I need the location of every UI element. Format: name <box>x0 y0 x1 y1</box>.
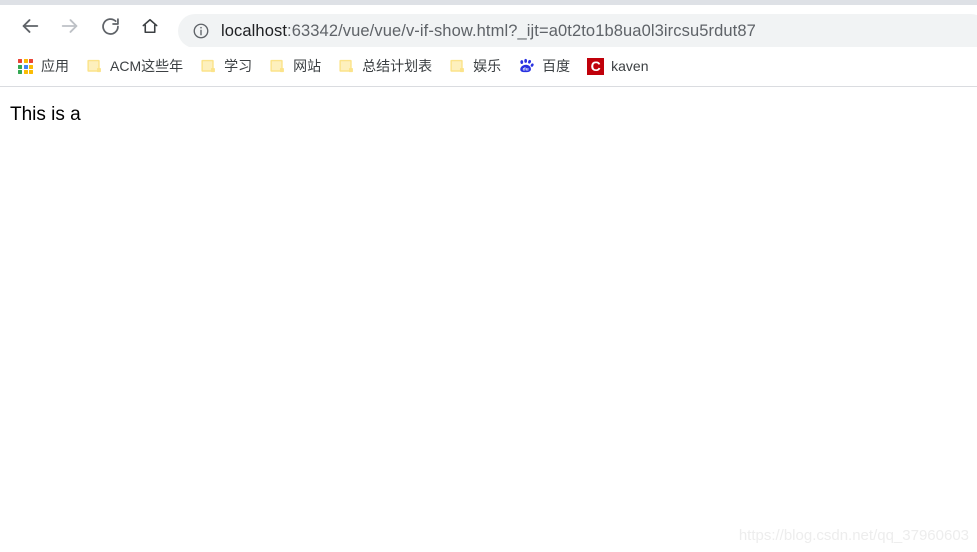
bookmark-label: 娱乐 <box>473 58 502 74</box>
bookmark-folder-study[interactable]: 学习 <box>193 54 259 80</box>
back-button[interactable] <box>12 8 48 44</box>
bookmark-folder-acm[interactable]: ACM这些年 <box>79 54 190 80</box>
csdn-watermark: https://blog.csdn.net/qq_37960603 <box>738 527 969 544</box>
bookmark-item-apps[interactable]: 应用 <box>10 54 76 80</box>
folder-icon <box>269 58 286 75</box>
bookmark-label: 网站 <box>293 58 322 74</box>
browser-toolbar: localhost:63342/vue/vue/v-if-show.html?_… <box>0 5 977 48</box>
bookmark-folder-summary-plans[interactable]: 总结计划表 <box>331 54 439 80</box>
bookmark-site-baidu[interactable]: du 百度 <box>511 54 577 80</box>
info-circle-icon[interactable] <box>192 22 210 40</box>
svg-text:du: du <box>523 66 529 72</box>
reload-button[interactable] <box>92 8 128 44</box>
page-body-text: This is a <box>10 104 81 125</box>
arrow-left-icon <box>19 15 41 37</box>
address-bar[interactable]: localhost:63342/vue/vue/v-if-show.html?_… <box>178 14 977 48</box>
bookmark-label: 总结计划表 <box>362 58 433 74</box>
forward-button[interactable] <box>52 8 88 44</box>
bookmark-label: 应用 <box>41 58 69 74</box>
page-viewport: This is a https://blog.csdn.net/qq_37960… <box>0 87 977 552</box>
bookmarks-bar: 应用 ACM这些年 学习 网站 总结计划表 娱乐 du 百度 C kaven <box>0 47 977 86</box>
folder-icon <box>86 58 103 75</box>
page-content: This is a <box>10 103 81 126</box>
bookmark-label: ACM这些年 <box>110 58 184 74</box>
bookmark-site-kaven[interactable]: C kaven <box>580 54 655 80</box>
bookmark-folder-entertainment[interactable]: 娱乐 <box>442 54 508 80</box>
bookmark-label: 学习 <box>224 58 253 74</box>
reload-icon <box>100 16 121 37</box>
arrow-right-icon <box>59 15 81 37</box>
bookmark-label: 百度 <box>542 58 571 74</box>
csdn-logo-icon: C <box>587 58 605 75</box>
home-button[interactable] <box>132 8 168 44</box>
url-path: :63342/vue/vue/v-if-show.html?_ijt=a0t2t… <box>287 22 756 40</box>
address-bar-url: localhost:63342/vue/vue/v-if-show.html?_… <box>221 14 756 48</box>
home-icon <box>140 16 160 36</box>
apps-grid-icon <box>17 58 34 75</box>
baidu-paw-icon: du <box>518 58 535 75</box>
bookmark-label: kaven <box>611 58 649 74</box>
url-host: localhost <box>221 22 288 40</box>
folder-icon <box>200 58 217 75</box>
browser-window: localhost:63342/vue/vue/v-if-show.html?_… <box>0 0 977 552</box>
folder-icon <box>449 58 466 75</box>
folder-icon <box>338 58 355 75</box>
bookmark-folder-websites[interactable]: 网站 <box>262 54 328 80</box>
